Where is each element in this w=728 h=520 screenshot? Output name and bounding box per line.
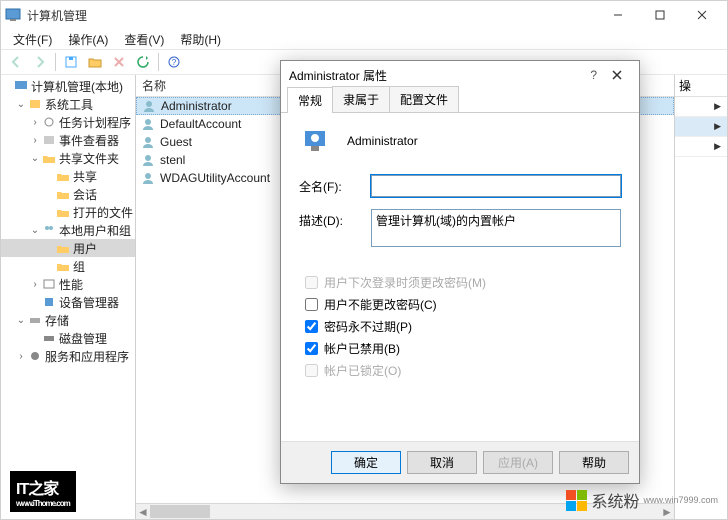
dialog-body: Administrator 全名(F): 描述(D): 管理计算机(域)的内置帐… — [281, 113, 639, 441]
window-controls — [597, 3, 723, 27]
properties-dialog: Administrator 属性 ? 常规 隶属于 配置文件 Administr… — [280, 60, 640, 484]
tree-root[interactable]: 计算机管理(本地) — [1, 77, 135, 95]
menu-file[interactable]: 文件(F) — [7, 29, 58, 50]
user-icon — [140, 117, 156, 131]
tree-open-files[interactable]: 打开的文件 — [1, 203, 135, 221]
menu-view[interactable]: 查看(V) — [118, 29, 170, 50]
watermark-ithome: IT之家 www.iThome.com — [10, 471, 76, 512]
titlebar: 计算机管理 — [1, 1, 727, 29]
tree-sessions[interactable]: 会话 — [1, 185, 135, 203]
back-button[interactable] — [5, 51, 27, 73]
never-expires-checkbox[interactable] — [305, 320, 318, 333]
cannot-change-checkbox[interactable] — [305, 298, 318, 311]
triangle-icon: ▶ — [714, 121, 721, 132]
tree-services-apps[interactable]: ›服务和应用程序 — [1, 347, 135, 365]
maximize-button[interactable] — [639, 3, 681, 27]
account-disabled-label: 帐户已禁用(B) — [324, 340, 400, 357]
toolbar-separator — [158, 53, 159, 71]
svg-text:?: ? — [172, 58, 177, 67]
user-large-icon — [299, 125, 331, 157]
account-locked-row: 帐户已锁定(O) — [301, 359, 621, 381]
tab-profile[interactable]: 配置文件 — [389, 86, 459, 112]
cancel-button[interactable]: 取消 — [407, 451, 477, 474]
dialog-help-button[interactable]: ? — [590, 68, 597, 82]
account-disabled-row[interactable]: 帐户已禁用(B) — [301, 337, 621, 359]
account-locked-checkbox — [305, 364, 318, 377]
menu-action[interactable]: 操作(A) — [62, 29, 114, 50]
full-name-input[interactable] — [371, 175, 621, 197]
actions-header: 操 — [675, 75, 727, 97]
watermark-xitongfen: 系统粉 www.win7999.com — [566, 488, 718, 512]
tree-storage[interactable]: ⌄存储 — [1, 311, 135, 329]
scroll-left-arrow[interactable]: ◄ — [136, 504, 150, 520]
minimize-button[interactable] — [597, 3, 639, 27]
must-change-password-row: 用户下次登录时须更改密码(M) — [301, 271, 621, 293]
must-change-label: 用户下次登录时须更改密码(M) — [324, 274, 486, 291]
menu-help[interactable]: 帮助(H) — [174, 29, 227, 50]
never-expires-label: 密码永不过期(P) — [324, 318, 412, 335]
dialog-title: Administrator 属性 — [289, 67, 590, 84]
user-name-label: Administrator — [347, 134, 418, 148]
tree-disk-management[interactable]: 磁盘管理 — [1, 329, 135, 347]
forward-button[interactable] — [29, 51, 51, 73]
must-change-checkbox — [305, 276, 318, 289]
tree-task-scheduler[interactable]: ›任务计划程序 — [1, 113, 135, 131]
app-icon — [5, 7, 21, 23]
actions-pane: 操 ▶ ▶ ▶ — [675, 75, 727, 519]
close-button[interactable] — [681, 3, 723, 27]
tree-shared-folders[interactable]: ⌄共享文件夹 — [1, 149, 135, 167]
dialog-titlebar: Administrator 属性 ? — [281, 61, 639, 89]
navigation-tree[interactable]: 计算机管理(本地) ⌄系统工具 ›任务计划程序 ›事件查看器 ⌄共享文件夹 共享… — [1, 75, 136, 519]
account-disabled-checkbox[interactable] — [305, 342, 318, 355]
cannot-change-password-row[interactable]: 用户不能更改密码(C) — [301, 293, 621, 315]
full-name-row: 全名(F): — [299, 175, 621, 197]
user-icon — [140, 135, 156, 149]
dialog-button-bar: 确定 取消 应用(A) 帮助 — [281, 441, 639, 483]
help-button[interactable]: 帮助 — [559, 451, 629, 474]
help-button[interactable]: ? — [163, 51, 185, 73]
action-item[interactable]: ▶ — [675, 97, 727, 117]
cannot-change-label: 用户不能更改密码(C) — [324, 296, 437, 313]
tree-performance[interactable]: ›性能 — [1, 275, 135, 293]
menubar: 文件(F) 操作(A) 查看(V) 帮助(H) — [1, 29, 727, 49]
user-header: Administrator — [299, 125, 621, 157]
user-icon — [140, 153, 156, 167]
never-expires-row[interactable]: 密码永不过期(P) — [301, 315, 621, 337]
account-locked-label: 帐户已锁定(O) — [324, 362, 401, 379]
window-title: 计算机管理 — [27, 7, 597, 24]
description-row: 描述(D): 管理计算机(域)的内置帐户 — [299, 209, 621, 247]
user-icon — [140, 171, 156, 185]
tree-event-viewer[interactable]: ›事件查看器 — [1, 131, 135, 149]
description-input[interactable]: 管理计算机(域)的内置帐户 — [371, 209, 621, 247]
refresh-button[interactable] — [132, 51, 154, 73]
tree-system-tools[interactable]: ⌄系统工具 — [1, 95, 135, 113]
triangle-icon: ▶ — [714, 101, 721, 112]
action-item[interactable]: ▶ — [675, 117, 727, 137]
ok-button[interactable]: 确定 — [331, 451, 401, 474]
folder-button[interactable] — [84, 51, 106, 73]
triangle-icon: ▶ — [714, 141, 721, 152]
user-icon — [141, 99, 157, 113]
properties-button[interactable] — [60, 51, 82, 73]
tab-general[interactable]: 常规 — [287, 87, 333, 113]
dialog-tabs: 常规 隶属于 配置文件 — [281, 89, 639, 113]
dialog-close-button[interactable] — [603, 65, 631, 85]
tree-device-manager[interactable]: 设备管理器 — [1, 293, 135, 311]
delete-button[interactable] — [108, 51, 130, 73]
tree-groups[interactable]: 组 — [1, 257, 135, 275]
scroll-thumb[interactable] — [150, 505, 210, 518]
apply-button[interactable]: 应用(A) — [483, 451, 553, 474]
description-label: 描述(D): — [299, 209, 371, 229]
tree-users[interactable]: 用户 — [1, 239, 135, 257]
toolbar-separator — [55, 53, 56, 71]
tree-local-users[interactable]: ⌄本地用户和组 — [1, 221, 135, 239]
tab-member-of[interactable]: 隶属于 — [332, 86, 390, 112]
ms-logo-icon — [566, 490, 587, 511]
action-item[interactable]: ▶ — [675, 137, 727, 157]
full-name-label: 全名(F): — [299, 175, 371, 195]
tree-shares[interactable]: 共享 — [1, 167, 135, 185]
